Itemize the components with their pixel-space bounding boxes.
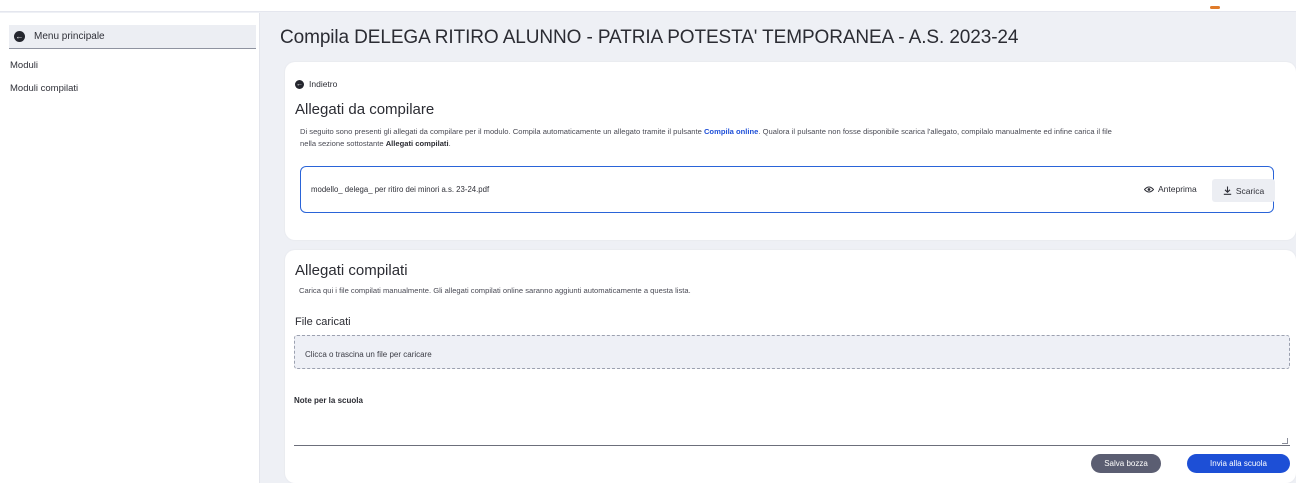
top-accent <box>1210 6 1220 9</box>
description-text: Di seguito sono presenti gli allegati da… <box>300 127 704 136</box>
arrow-left-circle-icon: ← <box>14 31 25 42</box>
file-caricati-label: File caricati <box>295 316 351 328</box>
allegati-compilati-ref: Allegati compilati <box>385 139 449 148</box>
preview-label: Anteprima <box>1158 184 1197 194</box>
send-to-school-button[interactable]: Invia alla scuola <box>1187 454 1290 473</box>
download-button[interactable]: Scarica <box>1212 179 1275 202</box>
allegati-compilati-card: Allegati compilati Carica qui i file com… <box>285 250 1296 483</box>
download-label: Scarica <box>1235 185 1265 196</box>
compila-online-label: Compila online <box>703 127 759 136</box>
preview-button[interactable]: Anteprima <box>1144 184 1197 194</box>
allegati-da-compilare-card: ← Indietro Allegati da compilare Di segu… <box>285 62 1296 240</box>
page-title: Compila DELEGA RITIRO ALUNNO - PATRIA PO… <box>280 27 1019 48</box>
download-icon <box>1223 186 1232 195</box>
allegati-da-compilare-description: Di seguito sono presenti gli allegati da… <box>300 126 1290 150</box>
save-draft-button[interactable]: Salva bozza <box>1091 454 1161 473</box>
allegati-compilati-title: Allegati compilati <box>295 262 408 279</box>
top-bar <box>0 0 1296 12</box>
description-text: . <box>448 139 451 148</box>
menu-principale-label: Menu principale <box>34 31 105 42</box>
notes-textarea[interactable] <box>294 410 1290 446</box>
allegati-da-compilare-title: Allegati da compilare <box>295 101 435 118</box>
attachment-file-item: modello_ delega_ per ritiro dei minori a… <box>300 166 1275 213</box>
arrow-left-circle-icon: ← <box>295 79 304 89</box>
attachment-file-name: modello_ delega_ per ritiro dei minori a… <box>311 185 490 194</box>
sidebar: ← Menu principale Moduli Moduli compilat… <box>0 13 260 483</box>
description-text: . Qualora il pulsante non fosse disponib… <box>758 127 1112 136</box>
file-upload-dropzone[interactable]: Clicca o trascina un file per caricare <box>294 335 1290 369</box>
resize-grip-icon[interactable] <box>1282 438 1288 444</box>
description-text: nella sezione sottostante <box>300 139 386 148</box>
back-link[interactable]: ← Indietro <box>295 79 337 89</box>
sidebar-item-moduli-compilati[interactable]: Moduli compilati <box>10 83 78 94</box>
back-label: Indietro <box>309 79 338 89</box>
sidebar-item-moduli[interactable]: Moduli <box>10 60 38 71</box>
allegati-compilati-description: Carica qui i file compilati manualmente.… <box>299 286 691 295</box>
notes-label: Note per la scuola <box>294 396 363 405</box>
menu-principale-button[interactable]: ← Menu principale <box>9 25 256 49</box>
eye-icon <box>1144 186 1154 192</box>
